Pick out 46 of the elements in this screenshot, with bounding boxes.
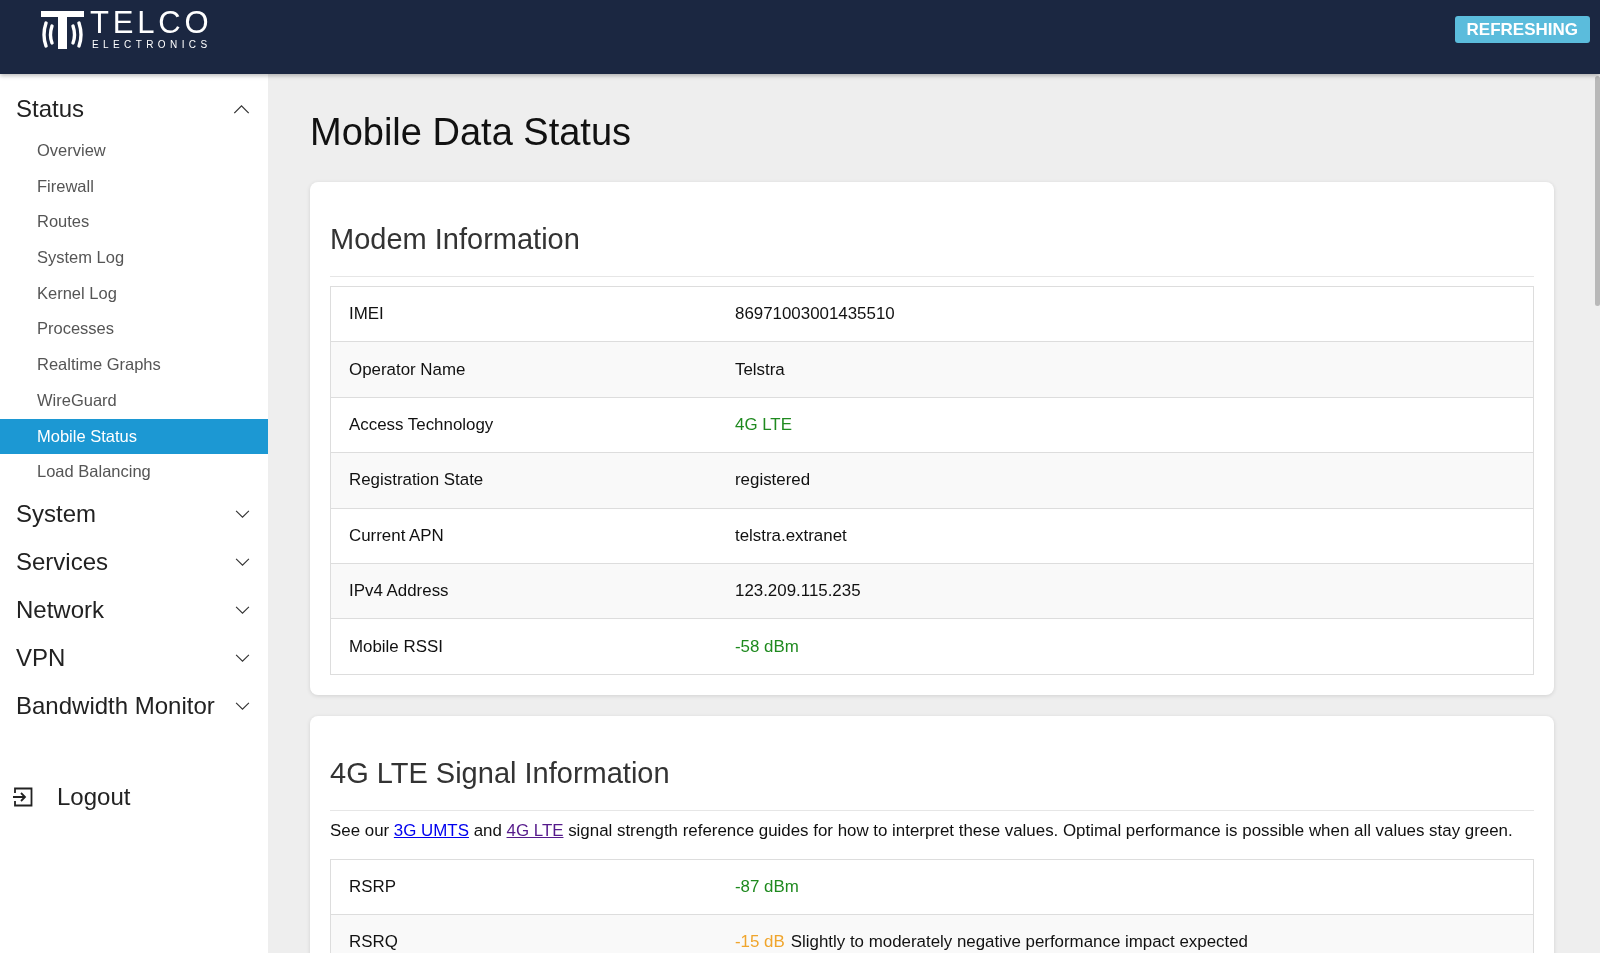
- menu-item[interactable]: Realtime Graphs: [0, 347, 268, 383]
- logout-link[interactable]: Logout: [0, 776, 268, 817]
- menu-item[interactable]: Kernel Log: [0, 275, 268, 312]
- intro-text: See our 3G UMTS and 4G LTE signal strength reference guides for how to interpret these values. Optimal performance is possible when all values stay green.: [330, 820, 1514, 841]
- row-value: 4G LTE: [735, 414, 792, 434]
- row-label: Operator Name: [330, 341, 717, 398]
- card-title: Modem Information: [330, 222, 581, 257]
- logout-icon: [12, 786, 33, 807]
- brand-name: TELCO: [90, 11, 213, 35]
- row-value: 123.209.115.235: [735, 581, 861, 601]
- row-value: 86971003001435510: [735, 304, 895, 324]
- row-label: Mobile RSSI: [330, 618, 717, 675]
- menu-item[interactable]: Processes: [0, 311, 268, 348]
- row-value: -58 dBm: [735, 636, 799, 656]
- menu-item[interactable]: Load Balancing: [0, 454, 268, 490]
- menu-item[interactable]: Routes: [0, 204, 268, 241]
- row-label: Current APN: [330, 508, 717, 564]
- row-label: IPv4 Address: [330, 563, 717, 619]
- row-label: RSRQ: [330, 914, 717, 953]
- menu-section[interactable]: Status: [0, 85, 268, 133]
- menu-item[interactable]: Firewall: [0, 168, 268, 205]
- menu-section[interactable]: Bandwidth Monitor: [0, 681, 268, 730]
- row-label: Registration State: [330, 452, 717, 509]
- scrollbar-thumb[interactable]: [1595, 76, 1600, 306]
- card-title: 4G LTE Signal Information: [330, 755, 671, 791]
- menu-section[interactable]: System: [0, 489, 268, 538]
- row-label: Access Technology: [330, 397, 717, 453]
- row-note: Slightly to moderately negative performance impact expected: [790, 932, 1248, 952]
- row-value: registered: [735, 470, 811, 490]
- menu-item[interactable]: Overview: [0, 133, 268, 169]
- menu-section[interactable]: Services: [0, 537, 268, 586]
- menu-item[interactable]: System Log: [0, 240, 268, 276]
- brand-tagline: ELECTRONICS: [91, 39, 213, 51]
- reference-link[interactable]: 3G UMTS: [393, 820, 469, 840]
- menu-section[interactable]: Network: [0, 585, 268, 634]
- reference-link[interactable]: 4G LTE: [506, 820, 564, 840]
- menu-section[interactable]: VPN: [0, 633, 268, 682]
- page-title: Mobile Data Status: [310, 110, 633, 155]
- menu-item[interactable]: WireGuard: [0, 382, 268, 419]
- row-value: -15 dB: [735, 932, 785, 952]
- row-label: IMEI: [330, 286, 717, 342]
- row-value: Telstra: [735, 359, 785, 379]
- row-value: -87 dBm: [735, 876, 799, 896]
- row-value: telstra.extranet: [735, 525, 847, 545]
- row-label: RSRP: [330, 859, 717, 915]
- logo-icon: [41, 11, 84, 49]
